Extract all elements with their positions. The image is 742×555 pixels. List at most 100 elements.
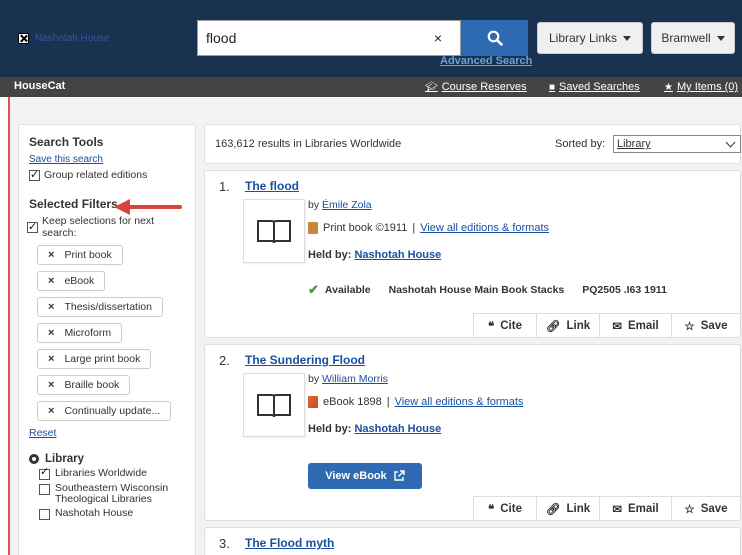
- sort-select[interactable]: Library: [613, 135, 741, 153]
- remove-icon: ×: [48, 275, 55, 287]
- chevron-down-icon: [725, 137, 736, 148]
- search-button[interactable]: [461, 20, 528, 56]
- facet-label: Nashotah House: [55, 507, 134, 519]
- remove-icon: ×: [48, 353, 55, 365]
- keep-selections-option[interactable]: Keep selections for next search:: [27, 215, 185, 239]
- results-count: 163,612 results in Libraries Worldwide: [215, 138, 402, 150]
- shelf-location: Nashotah House Main Book Stacks: [388, 284, 565, 296]
- search-icon: [487, 30, 503, 46]
- book-cover-thumbnail[interactable]: [243, 199, 305, 263]
- group-editions-option[interactable]: Group related editions: [29, 168, 185, 181]
- filter-label: Thesis/dissertation: [64, 301, 152, 313]
- filter-pill-print-book[interactable]: × Print book: [37, 245, 123, 265]
- held-label: Held by:: [308, 423, 352, 435]
- filter-pill-continually-updated[interactable]: × Continually update...: [37, 401, 172, 421]
- held-library-link[interactable]: Nashotah House: [354, 423, 441, 435]
- keep-selections-checkbox[interactable]: [27, 220, 38, 233]
- remove-icon: ×: [48, 301, 55, 313]
- facet-option-se-wisconsin[interactable]: Southeastern Wisconsin Theological Libra…: [39, 483, 185, 505]
- filter-pill-microform[interactable]: × Microform: [37, 323, 123, 343]
- result-number: 2.: [219, 353, 230, 368]
- reset-filters-link[interactable]: Reset: [29, 427, 185, 439]
- format-separator: |: [386, 396, 390, 408]
- result-title-link[interactable]: The flood: [245, 179, 299, 193]
- filter-pill-large-print[interactable]: × Large print book: [37, 349, 152, 369]
- left-accent-strip: [8, 97, 10, 555]
- filter-label: Braille book: [64, 379, 120, 391]
- clear-search-icon[interactable]: ×: [434, 30, 442, 46]
- held-library-link[interactable]: Nashotah House: [354, 249, 441, 261]
- chevron-down-icon: [716, 35, 725, 41]
- remove-icon: ×: [48, 327, 55, 339]
- nav-home-link[interactable]: HouseCat: [14, 80, 65, 92]
- view-editions-link[interactable]: View all editions & formats: [395, 396, 524, 408]
- user-name: Bramwell: [661, 31, 711, 45]
- book-cover-thumbnail[interactable]: [243, 373, 305, 437]
- author-link[interactable]: William Morris: [322, 373, 388, 385]
- format-separator: |: [412, 222, 416, 234]
- save-search-link[interactable]: Save this search: [29, 154, 185, 165]
- group-editions-checkbox[interactable]: [29, 168, 40, 181]
- search-box: ×: [197, 20, 461, 56]
- filter-label: eBook: [64, 275, 95, 287]
- author-link[interactable]: Émile Zola: [322, 199, 372, 211]
- advanced-search-link[interactable]: Advanced Search: [440, 55, 532, 67]
- format-label: Print book ©1911: [323, 222, 408, 234]
- sort-value: Library: [617, 138, 651, 150]
- my-items-link[interactable]: ★ My Items (0): [664, 81, 738, 93]
- facet-checkbox[interactable]: [39, 509, 50, 520]
- result-format: eBook 1898 | View all editions & formats: [308, 396, 523, 408]
- save-label: Save: [700, 503, 728, 515]
- link-button[interactable]: 🔗︎ Link: [536, 497, 599, 521]
- group-editions-label: Group related editions: [44, 169, 148, 181]
- facet-checkbox[interactable]: [39, 484, 50, 495]
- bookmark-icon: ■: [549, 81, 556, 93]
- library-links-dropdown[interactable]: Library Links: [537, 22, 643, 54]
- cite-label: Cite: [500, 503, 522, 515]
- filter-pill-braille[interactable]: × Braille book: [37, 375, 131, 395]
- facet-option-nashotah-house[interactable]: Nashotah House: [39, 508, 185, 520]
- logo[interactable]: Nashotah House: [18, 33, 110, 44]
- remove-icon: ×: [48, 249, 55, 261]
- view-ebook-label: View eBook: [325, 470, 387, 482]
- cite-button[interactable]: ❝ Cite: [473, 314, 536, 338]
- broken-image-icon: [18, 33, 29, 44]
- course-reserves-label: Course Reserves: [441, 81, 527, 93]
- link-button[interactable]: 🔗︎ Link: [536, 314, 599, 338]
- format-label: eBook 1898: [323, 396, 382, 408]
- call-number: PQ2505 .I63 1911: [582, 284, 667, 296]
- course-reserves-link[interactable]: 🎓︎ Course Reserves: [425, 81, 527, 93]
- email-button[interactable]: ✉ Email: [599, 497, 671, 521]
- email-button[interactable]: ✉ Email: [599, 314, 671, 338]
- user-menu-dropdown[interactable]: Bramwell: [651, 22, 735, 54]
- saved-searches-link[interactable]: ■ Saved Searches: [549, 81, 640, 93]
- result-item: 1. The flood by Émile Zola Print book ©1…: [204, 170, 741, 338]
- ebook-icon: [308, 396, 318, 408]
- envelope-icon: ✉: [612, 321, 622, 333]
- results-header: 163,612 results in Libraries Worldwide S…: [204, 124, 741, 164]
- filter-label: Print book: [64, 249, 112, 261]
- cite-button[interactable]: ❝ Cite: [473, 497, 536, 521]
- view-editions-link[interactable]: View all editions & formats: [420, 222, 549, 234]
- result-author: by William Morris: [308, 373, 388, 385]
- link-icon: 🔗︎: [545, 321, 561, 333]
- save-button[interactable]: ☆ Save: [671, 497, 740, 521]
- availability-status: Available: [324, 284, 371, 296]
- facet-checkbox[interactable]: [39, 467, 50, 480]
- save-button[interactable]: ☆ Save: [671, 314, 740, 338]
- envelope-icon: ✉: [612, 504, 622, 516]
- email-label: Email: [627, 320, 659, 332]
- link-icon: 🔗︎: [545, 504, 561, 516]
- facet-option-libraries-worldwide[interactable]: Libraries Worldwide: [39, 467, 185, 480]
- filter-pill-ebook[interactable]: × eBook: [37, 271, 106, 291]
- remove-icon: ×: [48, 405, 55, 417]
- result-title-link[interactable]: The Sundering Flood: [245, 353, 365, 367]
- view-ebook-button[interactable]: View eBook: [308, 463, 422, 489]
- library-facet-header[interactable]: Library: [29, 453, 185, 465]
- library-facet-title: Library: [45, 453, 84, 465]
- search-tools-title: Search Tools: [29, 135, 104, 149]
- star-icon: ★: [664, 81, 673, 93]
- filter-pill-thesis[interactable]: × Thesis/dissertation: [37, 297, 163, 317]
- search-input[interactable]: [198, 23, 418, 53]
- result-title-link[interactable]: The Flood myth: [245, 536, 334, 550]
